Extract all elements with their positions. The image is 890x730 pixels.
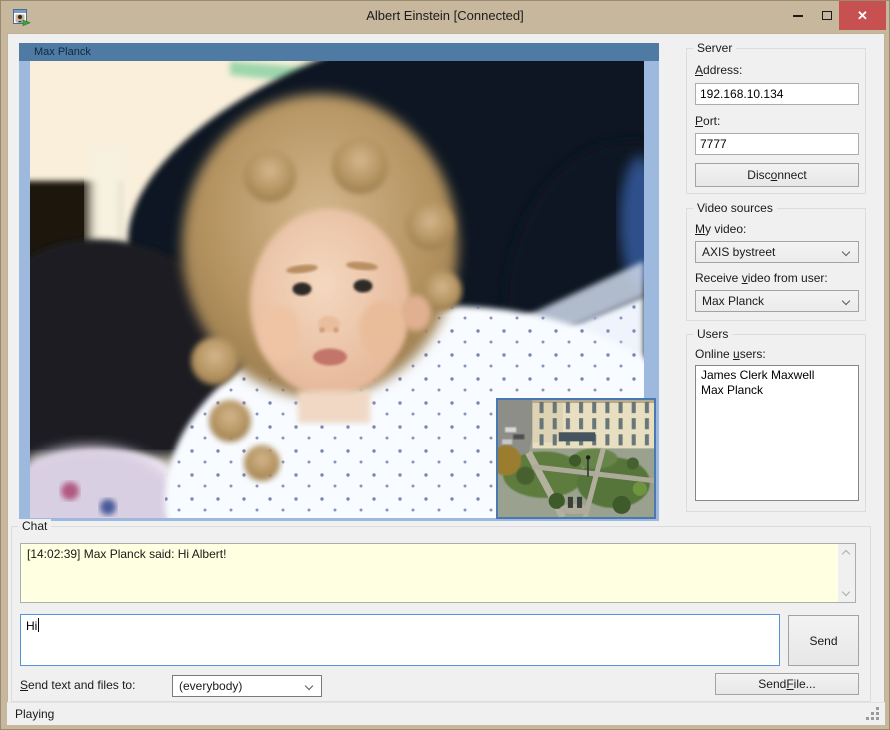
my-video-label: My video: xyxy=(695,222,746,236)
server-group: Server Address: Port: Disconnect xyxy=(686,48,866,194)
address-input[interactable] xyxy=(695,83,859,105)
local-video-pip xyxy=(496,398,656,519)
remote-video-panel: Max Planck xyxy=(19,43,659,521)
send-to-selected: (everybody) xyxy=(179,679,242,693)
window-title: Albert Einstein [Connected] xyxy=(1,8,889,23)
chat-input-text: Hi xyxy=(26,619,37,633)
status-bar: Playing xyxy=(7,702,885,725)
close-button[interactable]: ✕ xyxy=(839,1,886,30)
video-sources-group-title: Video sources xyxy=(693,201,777,215)
address-label: Address: xyxy=(695,63,742,77)
close-icon: ✕ xyxy=(857,8,868,24)
resize-grip-icon[interactable] xyxy=(876,717,879,720)
port-label: Port: xyxy=(695,114,720,128)
receive-video-selected: Max Planck xyxy=(702,294,764,308)
online-users-label: Online users: xyxy=(695,347,766,361)
users-group-title: Users xyxy=(693,327,732,341)
minimize-icon xyxy=(793,15,803,17)
scroll-up-icon[interactable] xyxy=(842,550,850,558)
send-button[interactable]: Send xyxy=(788,615,859,666)
minimize-button[interactable] xyxy=(783,1,813,30)
receive-video-label: Receive video from user: xyxy=(695,271,828,285)
scroll-down-icon[interactable] xyxy=(842,588,850,596)
online-users-listbox[interactable]: James Clerk Maxwell Max Planck xyxy=(695,365,859,501)
titlebar[interactable]: Albert Einstein [Connected] ✕ xyxy=(1,1,889,33)
maximize-icon xyxy=(822,11,832,20)
status-text: Playing xyxy=(15,707,54,721)
maximize-button[interactable] xyxy=(813,1,840,30)
server-group-title: Server xyxy=(693,41,736,55)
chat-message: [14:02:39] Max Planck said: Hi Albert! xyxy=(21,544,855,564)
chat-group: Chat [14:02:39] Max Planck said: Hi Albe… xyxy=(11,526,871,702)
chat-history-scrollbar[interactable] xyxy=(838,544,855,602)
port-input[interactable] xyxy=(695,133,859,155)
user-list-item[interactable]: James Clerk Maxwell xyxy=(696,368,858,383)
remote-video-title: Max Planck xyxy=(19,43,659,61)
video-sources-group: Video sources My video: AXIS bystreet Re… xyxy=(686,208,866,321)
my-video-selected: AXIS bystreet xyxy=(702,245,775,259)
chevron-down-icon xyxy=(305,682,313,690)
chat-message-input[interactable]: Hi xyxy=(20,614,780,666)
text-caret xyxy=(38,618,39,632)
chat-history[interactable]: [14:02:39] Max Planck said: Hi Albert! xyxy=(20,543,856,603)
chevron-down-icon xyxy=(842,297,850,305)
app-window: Albert Einstein [Connected] ✕ Max Planck xyxy=(0,0,890,730)
disconnect-button[interactable]: Disconnect xyxy=(695,163,859,187)
users-group: Users Online users: James Clerk Maxwell … xyxy=(686,334,866,512)
send-to-label: Send text and files to: xyxy=(20,678,135,692)
user-list-item[interactable]: Max Planck xyxy=(696,383,858,398)
send-file-button[interactable]: Send File... xyxy=(715,673,859,695)
chevron-down-icon xyxy=(842,248,850,256)
send-to-combobox[interactable]: (everybody) xyxy=(172,675,322,697)
receive-video-combobox[interactable]: Max Planck xyxy=(695,290,859,312)
chat-group-title: Chat xyxy=(18,519,51,533)
my-video-combobox[interactable]: AXIS bystreet xyxy=(695,241,859,263)
